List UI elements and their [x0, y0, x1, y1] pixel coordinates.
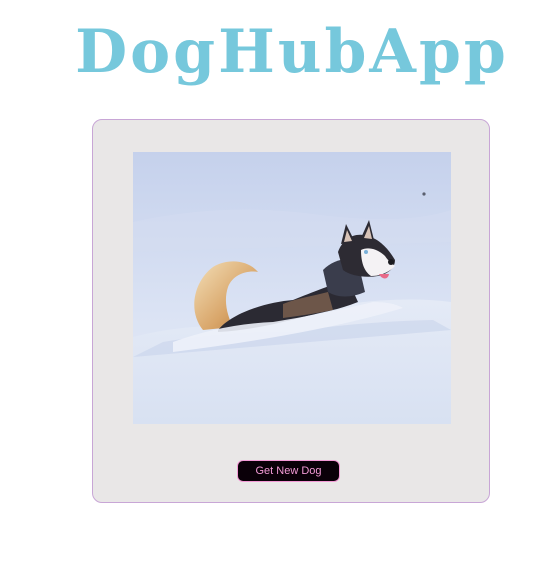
- dog-photo: [133, 152, 451, 424]
- dog-card: Get New Dog: [92, 119, 490, 503]
- app-title: DogHubApp: [75, 17, 509, 87]
- get-new-dog-button[interactable]: Get New Dog: [237, 460, 340, 482]
